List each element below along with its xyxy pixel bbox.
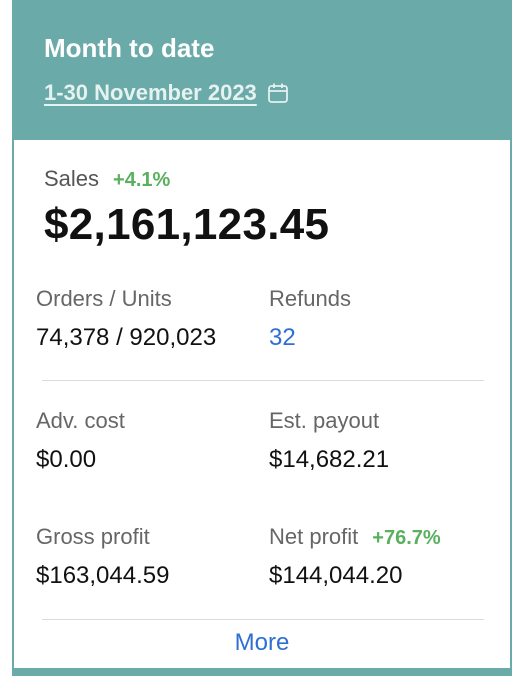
- est-payout-metric: Est. payout $14,682.21: [269, 408, 499, 474]
- card-header: Month to date 1-30 November 2023: [12, 0, 512, 140]
- orders-units-value: 74,378 / 920,023: [36, 324, 217, 351]
- card-body: Sales +4.1% $2,161,123.45 Orders / Units…: [14, 140, 510, 668]
- est-payout-value: $14,682.21: [269, 446, 390, 473]
- month-to-date-card: Month to date 1-30 November 2023 Sales +…: [12, 0, 512, 676]
- card-title: Month to date: [44, 33, 215, 63]
- gross-profit-metric: Gross profit $163,044.59: [36, 524, 266, 590]
- net-profit-label: Net profit: [269, 524, 359, 549]
- more-link[interactable]: More: [14, 629, 510, 657]
- refunds-label: Refunds: [269, 286, 351, 311]
- sales-change-badge: +4.1%: [113, 169, 171, 191]
- sales-summary: Sales +4.1% $2,161,123.45: [44, 166, 329, 250]
- divider: [42, 619, 484, 620]
- orders-units-metric: Orders / Units 74,378 / 920,023: [36, 286, 266, 352]
- adv-cost-metric: Adv. cost $0.00: [36, 408, 266, 474]
- calendar-icon[interactable]: [266, 81, 290, 105]
- adv-cost-value: $0.00: [36, 446, 97, 473]
- est-payout-label: Est. payout: [269, 408, 380, 433]
- net-profit-metric: Net profit +76.7% $144,044.20: [269, 524, 499, 590]
- divider: [42, 380, 484, 381]
- net-profit-value: $144,044.20: [269, 562, 403, 589]
- date-range-picker[interactable]: 1-30 November 2023: [44, 80, 290, 106]
- gross-profit-value: $163,044.59: [36, 562, 170, 589]
- refunds-link[interactable]: 32: [269, 324, 499, 352]
- adv-cost-label: Adv. cost: [36, 408, 125, 433]
- refunds-metric: Refunds 32: [269, 286, 499, 352]
- date-range-label[interactable]: 1-30 November 2023: [44, 80, 257, 106]
- orders-units-label: Orders / Units: [36, 286, 172, 311]
- net-profit-change-badge: +76.7%: [372, 527, 441, 549]
- gross-profit-label: Gross profit: [36, 524, 150, 549]
- sales-value: $2,161,123.45: [44, 200, 330, 249]
- sales-label: Sales: [44, 166, 100, 191]
